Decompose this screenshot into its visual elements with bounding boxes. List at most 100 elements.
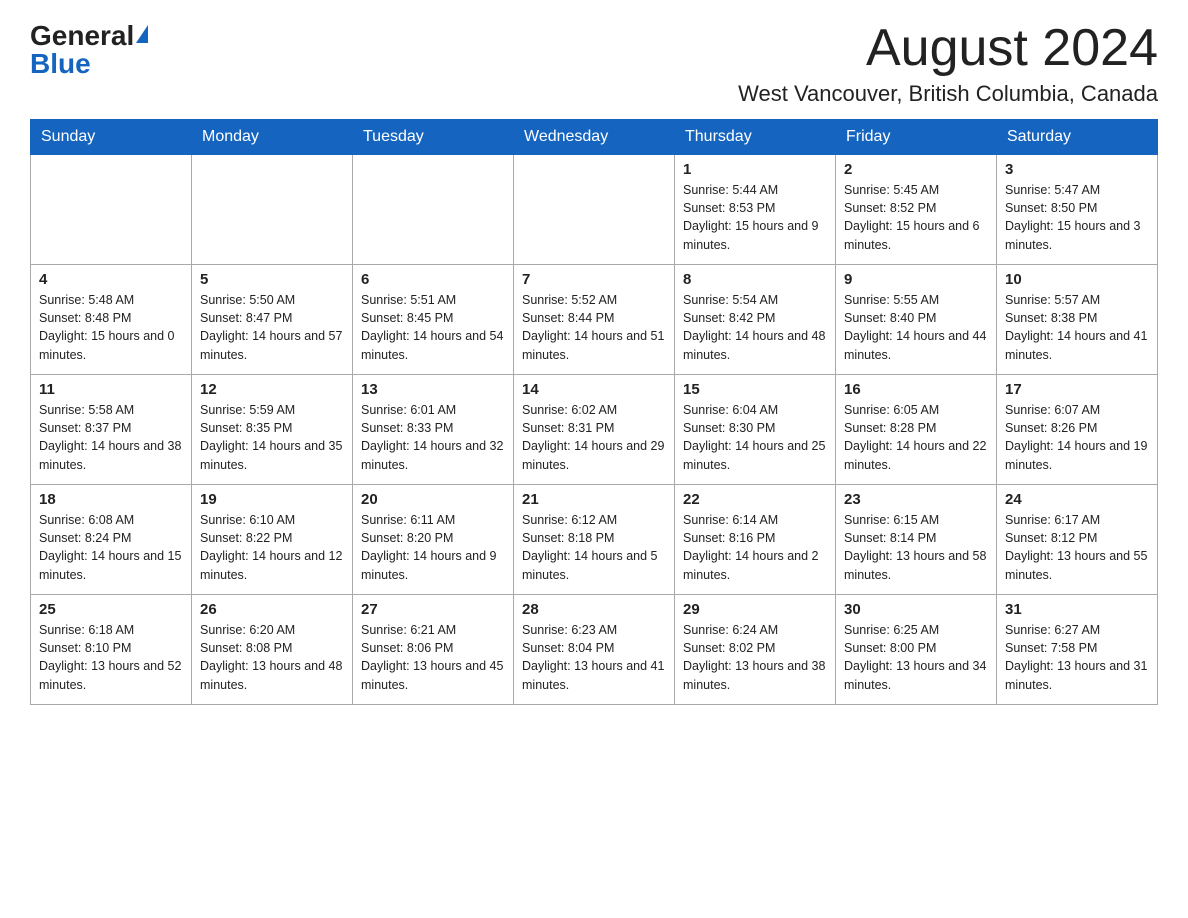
day-number: 29 [683,601,827,618]
day-info: Sunrise: 6:07 AM Sunset: 8:26 PM Dayligh… [1005,401,1149,474]
day-number: 14 [522,381,666,398]
day-number: 26 [200,601,344,618]
calendar-header-sunday: Sunday [31,120,192,155]
calendar-cell: 27 Sunrise: 6:21 AM Sunset: 8:06 PM Dayli… [353,595,514,705]
calendar-header-monday: Monday [192,120,353,155]
day-number: 25 [39,601,183,618]
calendar-cell [353,155,514,265]
calendar-cell: 30 Sunrise: 6:25 AM Sunset: 8:00 PM Dayli… [836,595,997,705]
day-info: Sunrise: 6:10 AM Sunset: 8:22 PM Dayligh… [200,511,344,584]
day-info: Sunrise: 5:45 AM Sunset: 8:52 PM Dayligh… [844,181,988,254]
day-number: 18 [39,491,183,508]
calendar-cell [192,155,353,265]
day-info: Sunrise: 5:54 AM Sunset: 8:42 PM Dayligh… [683,291,827,364]
day-info: Sunrise: 6:01 AM Sunset: 8:33 PM Dayligh… [361,401,505,474]
day-info: Sunrise: 6:17 AM Sunset: 8:12 PM Dayligh… [1005,511,1149,584]
day-number: 11 [39,381,183,398]
calendar-header-saturday: Saturday [997,120,1158,155]
calendar-cell: 18 Sunrise: 6:08 AM Sunset: 8:24 PM Dayli… [31,485,192,595]
calendar-cell: 10Sunrise: 5:57 AM Sunset: 8:38 PM Dayli… [997,265,1158,375]
day-number: 30 [844,601,988,618]
calendar-week-row: 18 Sunrise: 6:08 AM Sunset: 8:24 PM Dayli… [31,485,1158,595]
calendar-cell: 15Sunrise: 6:04 AM Sunset: 8:30 PM Dayli… [675,375,836,485]
calendar-cell: 17 Sunrise: 6:07 AM Sunset: 8:26 PM Dayli… [997,375,1158,485]
day-number: 16 [844,381,988,398]
calendar-cell: 24 Sunrise: 6:17 AM Sunset: 8:12 PM Dayli… [997,485,1158,595]
day-info: Sunrise: 6:12 AM Sunset: 8:18 PM Dayligh… [522,511,666,584]
calendar-cell: 9 Sunrise: 5:55 AM Sunset: 8:40 PM Daylig… [836,265,997,375]
day-info: Sunrise: 6:08 AM Sunset: 8:24 PM Dayligh… [39,511,183,584]
logo-triangle-icon [136,25,148,43]
calendar-cell: 20 Sunrise: 6:11 AM Sunset: 8:20 PM Dayli… [353,485,514,595]
day-number: 13 [361,381,505,398]
calendar-cell: 3 Sunrise: 5:47 AM Sunset: 8:50 PM Daylig… [997,155,1158,265]
calendar-cell: 29Sunrise: 6:24 AM Sunset: 8:02 PM Dayli… [675,595,836,705]
day-number: 6 [361,271,505,288]
calendar-header-row: SundayMondayTuesdayWednesdayThursdayFrid… [31,120,1158,155]
day-number: 7 [522,271,666,288]
calendar-cell: 11 Sunrise: 5:58 AM Sunset: 8:37 PM Dayli… [31,375,192,485]
day-info: Sunrise: 5:47 AM Sunset: 8:50 PM Dayligh… [1005,181,1149,254]
day-info: Sunrise: 6:02 AM Sunset: 8:31 PM Dayligh… [522,401,666,474]
calendar-cell: 16 Sunrise: 6:05 AM Sunset: 8:28 PM Dayli… [836,375,997,485]
day-number: 9 [844,271,988,288]
day-info: Sunrise: 6:20 AM Sunset: 8:08 PM Dayligh… [200,621,344,694]
calendar-cell [514,155,675,265]
day-number: 27 [361,601,505,618]
calendar-cell: 31Sunrise: 6:27 AM Sunset: 7:58 PM Dayli… [997,595,1158,705]
calendar-table: SundayMondayTuesdayWednesdayThursdayFrid… [30,119,1158,705]
calendar-cell [31,155,192,265]
day-info: Sunrise: 6:11 AM Sunset: 8:20 PM Dayligh… [361,511,505,584]
calendar-cell: 22Sunrise: 6:14 AM Sunset: 8:16 PM Dayli… [675,485,836,595]
day-info: Sunrise: 6:18 AM Sunset: 8:10 PM Dayligh… [39,621,183,694]
location-subtitle: West Vancouver, British Columbia, Canada [738,81,1158,107]
day-info: Sunrise: 5:51 AM Sunset: 8:45 PM Dayligh… [361,291,505,364]
calendar-cell: 21 Sunrise: 6:12 AM Sunset: 8:18 PM Dayli… [514,485,675,595]
calendar-cell: 13 Sunrise: 6:01 AM Sunset: 8:33 PM Dayli… [353,375,514,485]
day-number: 15 [683,381,827,398]
day-number: 20 [361,491,505,508]
day-number: 24 [1005,491,1149,508]
day-info: Sunrise: 6:15 AM Sunset: 8:14 PM Dayligh… [844,511,988,584]
day-number: 23 [844,491,988,508]
day-number: 28 [522,601,666,618]
calendar-cell: 26 Sunrise: 6:20 AM Sunset: 8:08 PM Dayli… [192,595,353,705]
calendar-week-row: 4Sunrise: 5:48 AM Sunset: 8:48 PM Daylig… [31,265,1158,375]
day-info: Sunrise: 5:50 AM Sunset: 8:47 PM Dayligh… [200,291,344,364]
calendar-header-thursday: Thursday [675,120,836,155]
day-number: 21 [522,491,666,508]
day-info: Sunrise: 6:14 AM Sunset: 8:16 PM Dayligh… [683,511,827,584]
day-number: 12 [200,381,344,398]
day-info: Sunrise: 5:58 AM Sunset: 8:37 PM Dayligh… [39,401,183,474]
day-number: 2 [844,161,988,178]
day-number: 1 [683,161,827,178]
calendar-cell: 25 Sunrise: 6:18 AM Sunset: 8:10 PM Dayli… [31,595,192,705]
calendar-cell: 12Sunrise: 5:59 AM Sunset: 8:35 PM Dayli… [192,375,353,485]
calendar-cell: 28 Sunrise: 6:23 AM Sunset: 8:04 PM Dayli… [514,595,675,705]
calendar-week-row: 11 Sunrise: 5:58 AM Sunset: 8:37 PM Dayli… [31,375,1158,485]
logo: General Blue [30,20,148,80]
day-info: Sunrise: 6:21 AM Sunset: 8:06 PM Dayligh… [361,621,505,694]
calendar-cell: 8 Sunrise: 5:54 AM Sunset: 8:42 PM Daylig… [675,265,836,375]
day-info: Sunrise: 6:23 AM Sunset: 8:04 PM Dayligh… [522,621,666,694]
day-info: Sunrise: 5:44 AM Sunset: 8:53 PM Dayligh… [683,181,827,254]
page-header: General Blue August 2024 West Vancouver,… [30,20,1158,107]
calendar-header-tuesday: Tuesday [353,120,514,155]
calendar-cell: 2 Sunrise: 5:45 AM Sunset: 8:52 PM Daylig… [836,155,997,265]
day-number: 8 [683,271,827,288]
calendar-cell: 23 Sunrise: 6:15 AM Sunset: 8:14 PM Dayli… [836,485,997,595]
calendar-cell: 19Sunrise: 6:10 AM Sunset: 8:22 PM Dayli… [192,485,353,595]
logo-blue-text: Blue [30,48,91,80]
day-number: 17 [1005,381,1149,398]
calendar-week-row: 25 Sunrise: 6:18 AM Sunset: 8:10 PM Dayli… [31,595,1158,705]
day-info: Sunrise: 5:55 AM Sunset: 8:40 PM Dayligh… [844,291,988,364]
calendar-cell: 6 Sunrise: 5:51 AM Sunset: 8:45 PM Daylig… [353,265,514,375]
day-number: 4 [39,271,183,288]
day-info: Sunrise: 6:05 AM Sunset: 8:28 PM Dayligh… [844,401,988,474]
day-number: 3 [1005,161,1149,178]
day-number: 31 [1005,601,1149,618]
day-info: Sunrise: 6:25 AM Sunset: 8:00 PM Dayligh… [844,621,988,694]
day-number: 10 [1005,271,1149,288]
calendar-header-friday: Friday [836,120,997,155]
calendar-week-row: 1 Sunrise: 5:44 AM Sunset: 8:53 PM Daylig… [31,155,1158,265]
